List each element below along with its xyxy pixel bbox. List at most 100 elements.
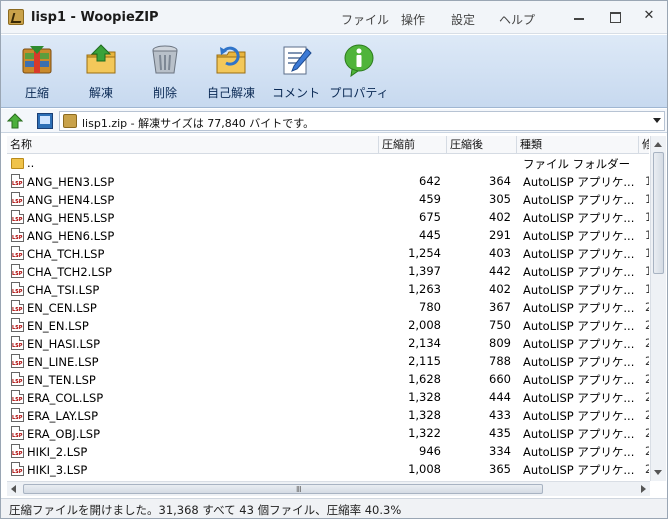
list-item[interactable]: CHA_TSI.LSP 1,263 402 AutoLISP アプリケ... 1 (7, 280, 649, 298)
size-after-cell: 305 (489, 192, 511, 206)
list-item[interactable]: CHA_TCH2.LSP 1,397 442 AutoLISP アプリケ... 1 (7, 262, 649, 280)
size-after-cell: 660 (489, 372, 511, 386)
list-item[interactable]: HIKI_3.LSP 1,008 365 AutoLISP アプリケ... 2 (7, 460, 649, 478)
maximize-button[interactable] (603, 7, 627, 27)
list-item[interactable]: ANG_HEN6.LSP 445 291 AutoLISP アプリケ... 1 (7, 226, 649, 244)
file-name-cell: CHA_TSI.LSP (11, 282, 371, 297)
size-before-cell: 1,328 (408, 408, 441, 422)
list-item[interactable]: EN_CEN.LSP 780 367 AutoLISP アプリケ... 2 (7, 298, 649, 316)
modified-cell: 2 (645, 462, 649, 476)
file-name: ERA_COL.LSP (27, 391, 104, 405)
modified-cell: 2 (645, 408, 649, 422)
column-modified[interactable]: 修 (639, 136, 649, 154)
list-item[interactable]: ANG_HEN5.LSP 675 402 AutoLISP アプリケ... 1 (7, 208, 649, 226)
file-type-cell: AutoLISP アプリケ... (523, 373, 635, 387)
close-button[interactable]: ✕ (637, 7, 661, 27)
self-extract-icon (216, 46, 246, 74)
column-after[interactable]: 圧縮後 (447, 136, 517, 154)
list-item[interactable]: EN_LINE.LSP 2,115 788 AutoLISP アプリケ... 2 (7, 352, 649, 370)
comment-button[interactable]: コメント (267, 39, 325, 103)
file-name: EN_EN.LSP (27, 319, 89, 333)
modified-cell: 2 (645, 354, 649, 368)
file-name: CHA_TSI.LSP (27, 283, 100, 297)
list-item[interactable]: EN_TEN.LSP 1,628 660 AutoLISP アプリケ... 2 (7, 370, 649, 388)
modified-cell: 2 (645, 300, 649, 314)
extract-button[interactable]: 解凍 (73, 39, 129, 103)
up-folder-icon[interactable] (7, 113, 23, 129)
lsp-file-icon (11, 444, 24, 458)
list-item[interactable]: ANG_HEN3.LSP 642 364 AutoLISP アプリケ... 1 (7, 172, 649, 190)
menu-settings[interactable]: 設定 (451, 11, 475, 28)
minimize-button[interactable] (567, 7, 591, 27)
woopiezip-app-icon (8, 9, 24, 25)
list-item[interactable]: CHA_TCH.LSP 1,254 403 AutoLISP アプリケ... 1 (7, 244, 649, 262)
lsp-file-icon (11, 462, 24, 476)
column-type[interactable]: 種類 (517, 136, 639, 154)
file-name-cell: CHA_TCH2.LSP (11, 264, 371, 279)
modified-cell: 1 (645, 246, 649, 260)
compress-button[interactable]: 圧縮 (9, 39, 65, 103)
menu-file[interactable]: ファイル (341, 11, 389, 28)
size-before-cell: 1,254 (408, 246, 441, 260)
file-name-cell: CHA_TCH.LSP (11, 246, 371, 261)
file-type-cell: AutoLISP アプリケ... (523, 319, 635, 333)
modified-cell: 1 (645, 174, 649, 188)
self-extract-button-label: 自己解凍 (206, 86, 255, 100)
size-before-cell: 2,134 (408, 336, 441, 350)
size-after-cell: 444 (489, 390, 511, 404)
file-type-cell: AutoLISP アプリケ... (523, 445, 635, 459)
size-after-cell: 364 (489, 174, 511, 188)
chevron-down-icon[interactable] (653, 118, 661, 123)
size-after-cell: 433 (489, 408, 511, 422)
file-type-cell: AutoLISP アプリケ... (523, 193, 635, 207)
path-field[interactable]: lisp1.zip - 解凍サイズは 77,840 バイトです。 (59, 111, 665, 131)
scroll-right-icon[interactable] (641, 485, 646, 493)
horizontal-scrollbar[interactable]: Ⅲ (7, 481, 650, 496)
list-item[interactable]: EN_EN.LSP 2,008 750 AutoLISP アプリケ... 2 (7, 316, 649, 334)
file-type-cell: AutoLISP アプリケ... (523, 355, 635, 369)
size-after-cell: 367 (489, 300, 511, 314)
list-item[interactable]: ERA_LAY.LSP 1,328 433 AutoLISP アプリケ... 2 (7, 406, 649, 424)
info-icon (344, 44, 374, 77)
size-after-cell: 809 (489, 336, 511, 350)
scroll-left-icon[interactable] (11, 485, 16, 493)
size-before-cell: 459 (419, 192, 441, 206)
list-item[interactable]: .. ファイル フォルダー (7, 154, 649, 172)
scroll-up-icon[interactable] (654, 142, 662, 147)
column-name[interactable]: 名称 (7, 136, 379, 154)
lsp-file-icon (11, 246, 24, 260)
scroll-down-icon[interactable] (654, 470, 662, 475)
window-title: lisp1 - WoopieZIP (31, 10, 159, 25)
properties-button[interactable]: プロパティ (327, 39, 391, 103)
file-type-cell: AutoLISP アプリケ... (523, 175, 635, 189)
menu-operation[interactable]: 操作 (401, 11, 425, 28)
list-item[interactable]: EN_HASI.LSP 2,134 809 AutoLISP アプリケ... 2 (7, 334, 649, 352)
trash-icon (152, 45, 178, 74)
file-name: HIKI_2.LSP (27, 445, 88, 459)
lsp-file-icon (11, 210, 24, 224)
file-name-cell: EN_HASI.LSP (11, 336, 371, 351)
list-item[interactable]: ANG_HEN4.LSP 459 305 AutoLISP アプリケ... 1 (7, 190, 649, 208)
file-name-cell: HIKI_2.LSP (11, 444, 371, 459)
size-after-cell: 442 (489, 264, 511, 278)
list-item[interactable]: ERA_OBJ.LSP 1,322 435 AutoLISP アプリケ... 2 (7, 424, 649, 442)
menu-help[interactable]: ヘルプ (499, 11, 535, 28)
self-extract-button[interactable]: 自己解凍 (201, 39, 261, 103)
vertical-scroll-thumb[interactable] (653, 152, 664, 274)
vertical-scrollbar[interactable] (650, 136, 666, 481)
size-before-cell: 2,008 (408, 318, 441, 332)
size-before-cell: 1,322 (408, 426, 441, 440)
horizontal-scroll-thumb[interactable]: Ⅲ (23, 484, 543, 494)
status-bar: 圧縮ファイルを開けました。31,368 すべて 43 個ファイル、圧縮率 40.… (1, 498, 667, 518)
properties-button-label: プロパティ (329, 86, 389, 100)
column-before[interactable]: 圧縮前 (379, 136, 447, 154)
view-mode-icon[interactable] (37, 113, 53, 129)
modified-cell: 1 (645, 210, 649, 224)
delete-button[interactable]: 削除 (137, 39, 193, 103)
size-before-cell: 1,328 (408, 390, 441, 404)
title-bar: lisp1 - WoopieZIP ファイル 操作 設定 ヘルプ ✕ (1, 1, 667, 34)
list-item[interactable]: ERA_COL.LSP 1,328 444 AutoLISP アプリケ... 2 (7, 388, 649, 406)
lsp-file-icon (11, 408, 24, 422)
file-name-cell: ERA_COL.LSP (11, 390, 371, 405)
list-item[interactable]: HIKI_2.LSP 946 334 AutoLISP アプリケ... 2 (7, 442, 649, 460)
